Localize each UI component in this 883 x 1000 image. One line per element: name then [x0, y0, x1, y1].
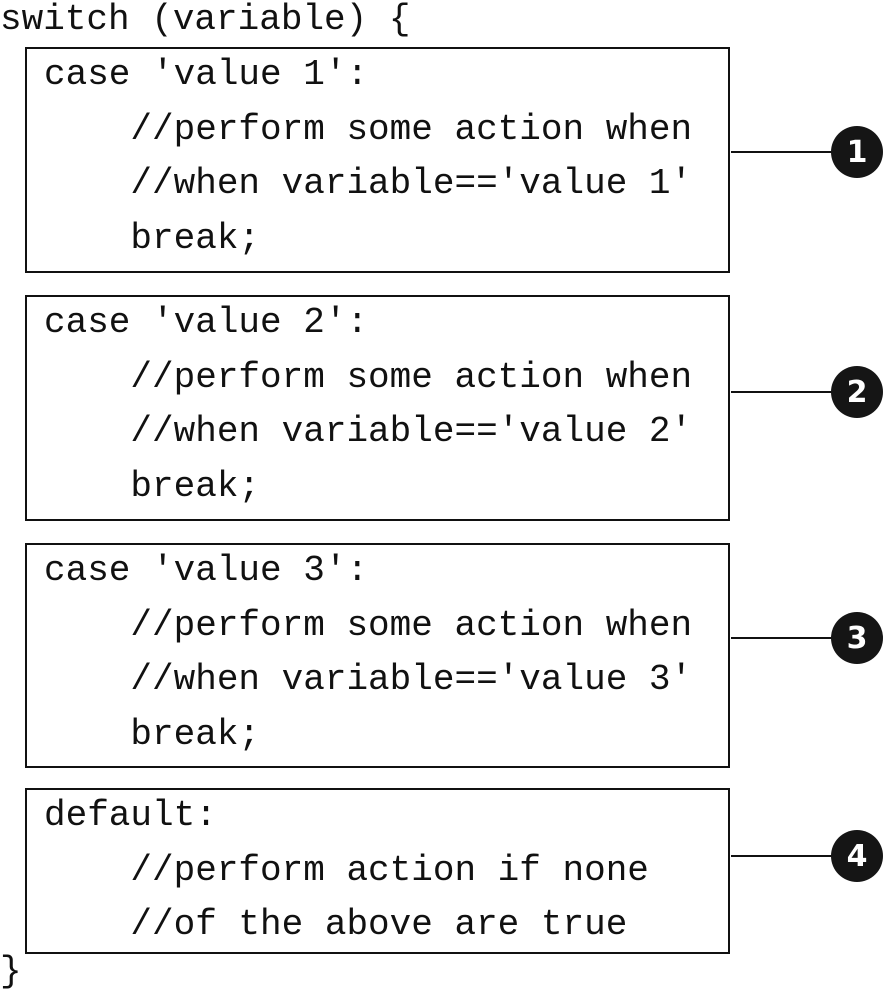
code-line: //perform some action when [44, 604, 693, 646]
code-line: //perform action if none [44, 849, 649, 891]
connector-line [731, 855, 833, 857]
code-line: //when variable=='value 1' [44, 163, 693, 204]
code-line: default: [44, 795, 217, 836]
connector-line [731, 391, 833, 393]
code-line: case 'value 3': [44, 550, 369, 591]
callout-number: 4 [831, 830, 883, 882]
code-line: case 'value 2': [44, 302, 369, 343]
code-line: //when variable=='value 3' [44, 659, 693, 700]
code-line: break; [44, 465, 261, 507]
callout-number: 1 [831, 126, 883, 178]
code-line: //perform some action when [44, 356, 693, 398]
connector-line [731, 637, 833, 639]
closing-brace: } [0, 951, 22, 992]
code-line: break; [44, 713, 261, 755]
callout-number: 2 [831, 366, 883, 418]
code-line: break; [44, 217, 261, 259]
code-line: //when variable=='value 2' [44, 411, 693, 452]
code-line: //perform some action when [44, 108, 693, 150]
switch-header: switch (variable) { [0, 0, 411, 40]
callout-number: 3 [831, 612, 883, 664]
code-line: case 'value 1': [44, 54, 369, 95]
connector-line [731, 151, 833, 153]
code-line: //of the above are true [44, 904, 628, 945]
